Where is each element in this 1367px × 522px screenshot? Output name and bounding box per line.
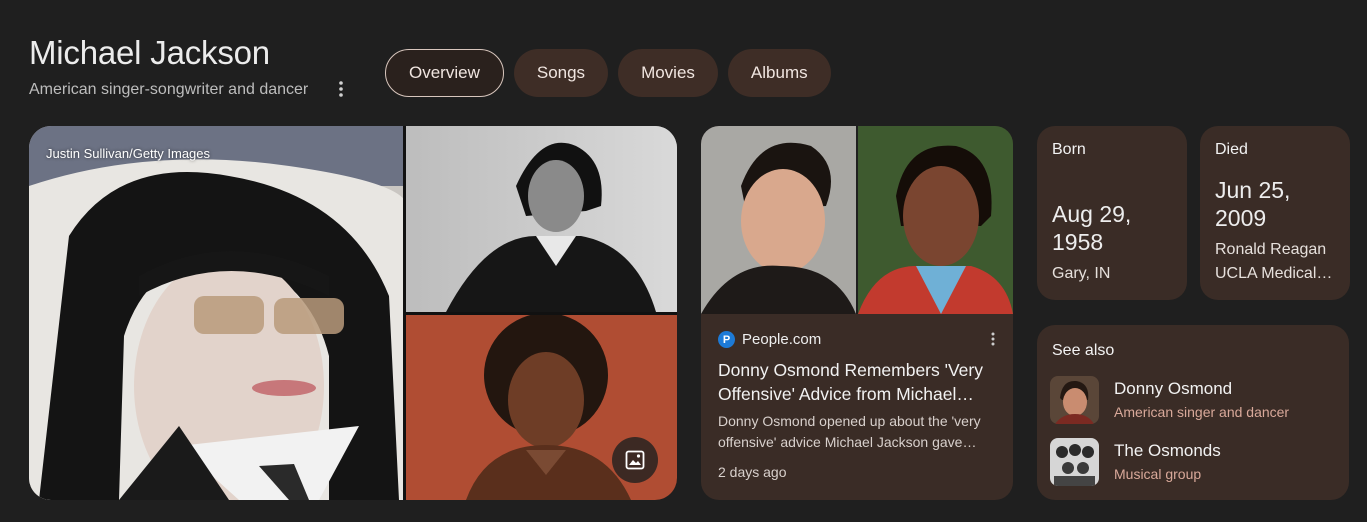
tab-movies[interactable]: Movies bbox=[618, 49, 718, 97]
people-logo-icon: P bbox=[718, 331, 735, 348]
tab-bar: Overview Songs Movies Albums bbox=[385, 49, 831, 97]
news-source-name: People.com bbox=[742, 331, 822, 348]
tab-overview[interactable]: Overview bbox=[385, 49, 504, 97]
see-also-title: See also bbox=[1052, 342, 1115, 359]
image-icon bbox=[625, 450, 645, 470]
see-also-card: See also Donny Osmond American singer an… bbox=[1037, 325, 1349, 500]
photo-credit: Justin Sullivan/Getty Images bbox=[46, 146, 211, 161]
news-timestamp: 2 days ago bbox=[718, 464, 787, 480]
died-date-line1: Jun 25, bbox=[1215, 177, 1291, 203]
see-also-name: The Osmonds bbox=[1114, 441, 1221, 460]
news-more-options-icon[interactable] bbox=[991, 332, 995, 351]
view-images-button[interactable] bbox=[612, 437, 658, 483]
tab-albums[interactable]: Albums bbox=[727, 49, 831, 97]
image-mosaic: Justin Sullivan/Getty Images bbox=[29, 126, 677, 500]
donny-osmond-thumbnail bbox=[1050, 376, 1099, 424]
bw-portrait-photo[interactable] bbox=[406, 126, 677, 312]
born-card[interactable]: Born Aug 29, 1958 Gary, IN bbox=[1037, 126, 1187, 300]
born-place: Gary, IN bbox=[1052, 265, 1111, 282]
tab-songs[interactable]: Songs bbox=[513, 49, 609, 97]
main-photo[interactable] bbox=[29, 126, 408, 500]
page-title: Michael Jackson bbox=[29, 34, 270, 71]
see-also-desc: Musical group bbox=[1114, 466, 1202, 482]
died-card[interactable]: Died Jun 25, 2009 Ronald Reagan UCLA Med… bbox=[1200, 126, 1350, 300]
died-place-line1: Ronald Reagan bbox=[1215, 241, 1327, 258]
died-date-line2: 2009 bbox=[1215, 205, 1267, 231]
see-also-name: Donny Osmond bbox=[1114, 379, 1233, 398]
born-date-line2: 1958 bbox=[1052, 229, 1104, 255]
born-label: Born bbox=[1052, 141, 1086, 158]
see-also-item-donny-osmond[interactable]: Donny Osmond American singer and dancer bbox=[1050, 376, 1289, 424]
more-options-icon[interactable] bbox=[331, 78, 351, 100]
born-date-line1: Aug 29, bbox=[1052, 201, 1132, 227]
news-card[interactable]: P People.com Donny Osmond Remembers 'Ver… bbox=[701, 126, 1013, 500]
news-headline[interactable]: Donny Osmond Remembers 'Very Offensive' … bbox=[718, 358, 1000, 406]
see-also-item-the-osmonds[interactable]: The Osmonds Musical group bbox=[1050, 438, 1221, 486]
news-thumbnail bbox=[701, 126, 1013, 314]
entity-subtitle: American singer-songwriter and dancer bbox=[29, 81, 309, 98]
news-snippet: Donny Osmond opened up about the 'very o… bbox=[718, 413, 981, 450]
the-osmonds-thumbnail bbox=[1050, 438, 1099, 486]
news-source[interactable]: P People.com bbox=[718, 331, 821, 348]
see-also-desc: American singer and dancer bbox=[1114, 404, 1290, 420]
died-label: Died bbox=[1215, 141, 1248, 158]
died-place-line2: UCLA Medical… bbox=[1215, 265, 1333, 282]
